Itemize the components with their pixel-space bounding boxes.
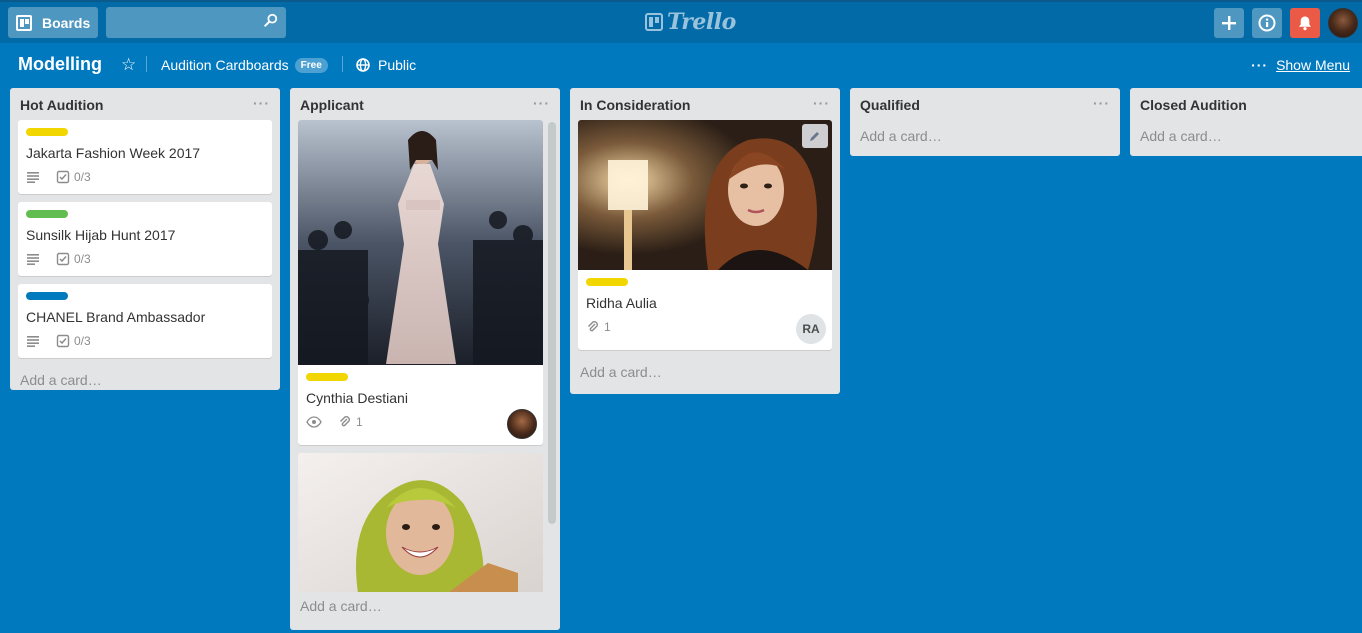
add-card-button[interactable]: Add a card… [290,592,560,624]
team-button[interactable]: Audition Cardboards Free [161,57,328,73]
search-icon[interactable] [264,13,278,27]
member-avatar[interactable] [507,409,537,439]
trello-logo[interactable]: Trello [645,9,736,35]
card-title: Sunsilk Hijab Hunt 2017 [26,227,176,243]
description-icon [26,335,44,347]
list-title[interactable]: Hot Audition [20,97,103,113]
divider [342,56,343,72]
checklist-count: 0/3 [74,334,91,348]
list-hot-audition: Hot Audition ··· Jakarta Fashion Week 20… [10,88,280,390]
logo-text: Trello [667,9,736,35]
list-menu-icon[interactable]: ··· [533,95,550,111]
notifications-button[interactable] [1290,8,1320,38]
list-title[interactable]: Applicant [300,97,364,113]
list-scrollbar[interactable] [548,122,556,524]
star-icon[interactable]: ☆ [121,55,136,75]
search-input[interactable] [106,7,286,38]
checklist-icon [56,170,70,184]
add-card-button[interactable]: Add a card… [570,358,840,390]
board-title[interactable]: Modelling [18,54,102,75]
card-label-yellow [26,128,68,136]
card-label-yellow [306,373,348,381]
card[interactable]: Sunsilk Hijab Hunt 2017 0/3 [18,202,272,276]
info-icon [1258,14,1276,32]
list-qualified: Qualified ··· Add a card… [850,88,1120,156]
bell-icon [1299,16,1311,31]
attachment-count: 1 [604,320,611,334]
top-header: Boards Trello [0,0,1362,43]
card[interactable]: Jakarta Fashion Week 2017 0/3 [18,120,272,194]
card-label-blue [26,292,68,300]
team-name: Audition Cardboards [161,57,289,73]
add-card-button[interactable]: Add a card… [850,120,1120,154]
show-menu-label: Show Menu [1276,57,1350,73]
list-closed-audition: Closed Audition Add a card… [1130,88,1362,156]
checklist-icon [56,334,70,348]
card-label-green [26,210,68,218]
card[interactable]: CHANEL Brand Ambassador 0/3 [18,284,272,358]
checklist-count: 0/3 [74,170,91,184]
list-menu-icon[interactable]: ··· [253,95,270,111]
plus-icon [1222,16,1236,30]
globe-icon [356,58,370,72]
list-menu-icon[interactable]: ··· [813,95,830,111]
show-menu-button[interactable]: ··· Show Menu [1251,57,1350,73]
search-box[interactable] [106,7,286,38]
boards-label: Boards [42,14,91,31]
attachment-icon [588,321,598,332]
checklist-count: 0/3 [74,252,91,266]
add-card-button[interactable]: Add a card… [10,366,280,398]
plan-badge: Free [294,57,328,73]
card-label-yellow [586,278,628,286]
list-menu-icon[interactable]: ··· [1093,95,1110,111]
checklist-icon [56,252,70,266]
trello-logo-icon [645,13,663,31]
card-cover-image [298,120,543,365]
card-title: Cynthia Destiani [306,390,408,406]
card-cover-image [298,453,543,592]
list-title[interactable]: In Consideration [580,97,690,113]
card[interactable] [298,453,543,592]
boards-button[interactable]: Boards [8,7,98,38]
card-title: Jakarta Fashion Week 2017 [26,145,201,161]
list-in-consideration: In Consideration ··· Ridha Aulia 1 RA Ad… [570,88,840,394]
visibility-label: Public [378,57,417,73]
card-title: CHANEL Brand Ambassador [26,309,206,325]
add-button[interactable] [1214,8,1244,38]
list-applicant: Applicant ··· Cynthia Destiani 1 Add a c… [290,88,560,630]
pencil-icon [810,132,819,141]
description-icon [26,171,44,183]
watch-icon [306,416,326,428]
info-button[interactable] [1252,8,1282,38]
attachment-count: 1 [356,415,363,429]
description-icon [26,253,44,265]
boards-icon [16,14,32,31]
attachment-icon [340,416,350,427]
user-avatar[interactable] [1328,8,1358,38]
more-icon: ··· [1251,57,1269,73]
list-title[interactable]: Qualified [860,97,920,113]
list-title[interactable]: Closed Audition [1140,97,1247,113]
add-card-button[interactable]: Add a card… [1130,120,1362,154]
divider [146,56,147,72]
card[interactable]: Cynthia Destiani 1 [298,120,543,445]
card-cover-image [578,120,832,270]
edit-card-button[interactable] [802,124,828,148]
card[interactable]: Ridha Aulia 1 RA [578,120,832,350]
visibility-button[interactable]: Public [356,57,416,73]
card-title: Ridha Aulia [586,295,657,311]
member-avatar[interactable]: RA [796,314,826,344]
